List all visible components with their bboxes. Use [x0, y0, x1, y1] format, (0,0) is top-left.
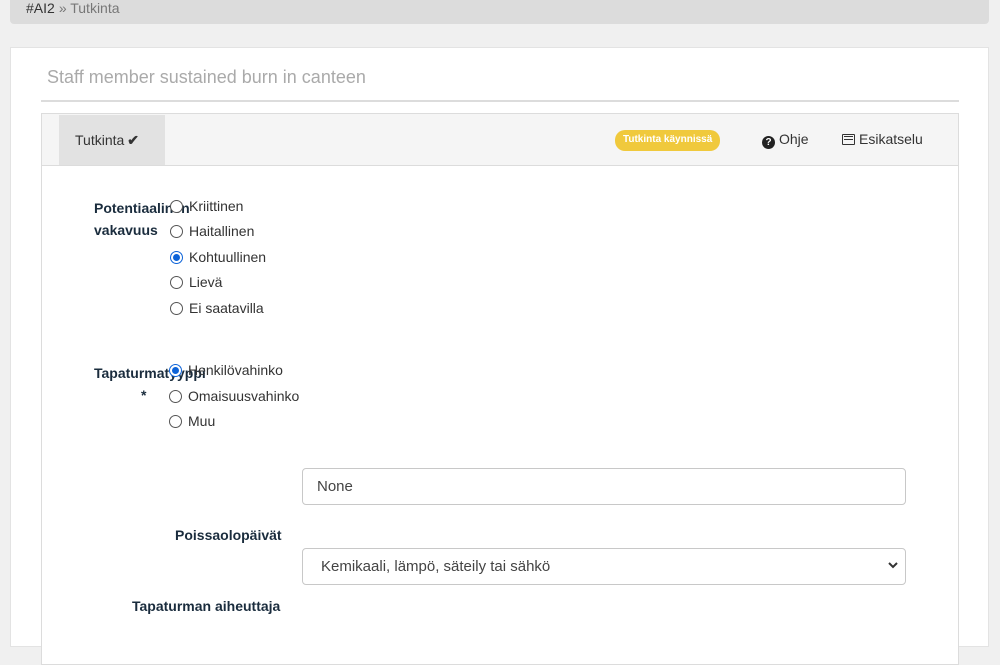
list-icon: [842, 134, 855, 145]
absence-days-label: Poissaolopäivät: [175, 527, 282, 543]
accident-type-option[interactable]: Muu: [169, 413, 215, 433]
radio-button[interactable]: [170, 200, 183, 213]
severity-option-label: Kohtuullinen: [189, 248, 267, 265]
radio-button[interactable]: [169, 389, 182, 403]
severity-option-label: Lievä: [189, 274, 223, 291]
severity-option[interactable]: Lievä: [170, 274, 222, 294]
accident-type-option[interactable]: Omaisuusvahinko: [169, 388, 299, 408]
severity-option-label: Haitallinen: [189, 223, 255, 240]
breadcrumb: #AI2» Tutkinta: [10, 0, 989, 24]
radio-button[interactable]: [169, 415, 182, 428]
tab-bar: Tutkinta ✔ Tutkinta käynnissä ? Ohje Esika…: [41, 113, 959, 165]
absence-days-input[interactable]: [302, 468, 906, 505]
required-marker: *: [141, 387, 147, 403]
preview-label: Esikatselu: [859, 131, 923, 147]
accident-type-option-label: Omaisuusvahinko: [188, 387, 300, 404]
cause-label: Tapaturman aiheuttaja: [132, 598, 281, 614]
tab-investigation-label: Tutkinta: [75, 132, 125, 148]
accident-type-option-label: Muu: [188, 413, 216, 429]
cause-select[interactable]: Kemikaali, lämpö, säteily tai sähkö: [302, 548, 906, 585]
breadcrumb-incident-id[interactable]: #AI2: [26, 0, 55, 16]
check-icon: ✔: [127, 132, 140, 148]
cause-select-value: Kemikaali, lämpö, säteily tai sähkö: [321, 558, 551, 575]
preview-button[interactable]: Esikatselu: [842, 131, 923, 147]
question-circle-icon: ?: [762, 136, 775, 149]
radio-button[interactable]: [170, 250, 183, 264]
severity-option[interactable]: Ei saatavilla: [170, 300, 264, 320]
radio-button[interactable]: [170, 301, 183, 315]
breadcrumb-current: » Tutkinta: [58, 0, 120, 16]
investigation-form: Potentiaalinen vakavuus Kriittinen Haital…: [41, 165, 959, 665]
investigation-card: Staff member sustained burn in canteen T…: [10, 47, 989, 665]
help-label: Ohje: [779, 131, 809, 147]
accident-type-option[interactable]: Henkilövahinko: [169, 362, 283, 382]
severity-option[interactable]: Haitallinen: [170, 223, 254, 243]
title-divider: [41, 100, 959, 102]
chevron-down-icon: [888, 562, 898, 569]
radio-button[interactable]: [170, 225, 183, 239]
severity-option-label: Kriittinen: [189, 198, 244, 214]
severity-option[interactable]: Kohtuullinen: [170, 249, 266, 269]
page-title: Staff member sustained burn in canteen: [47, 67, 366, 87]
status-badge: Tutkinta käynnissä: [615, 130, 721, 151]
help-button[interactable]: ? Ohje: [762, 131, 809, 149]
accident-type-option-label: Henkilövahinko: [188, 362, 283, 378]
radio-button[interactable]: [169, 364, 182, 377]
radio-button[interactable]: [170, 276, 183, 290]
severity-option-label: Ei saatavilla: [189, 299, 264, 316]
severity-option[interactable]: Kriittinen: [170, 198, 243, 218]
tab-investigation[interactable]: Tutkinta ✔: [59, 115, 165, 165]
